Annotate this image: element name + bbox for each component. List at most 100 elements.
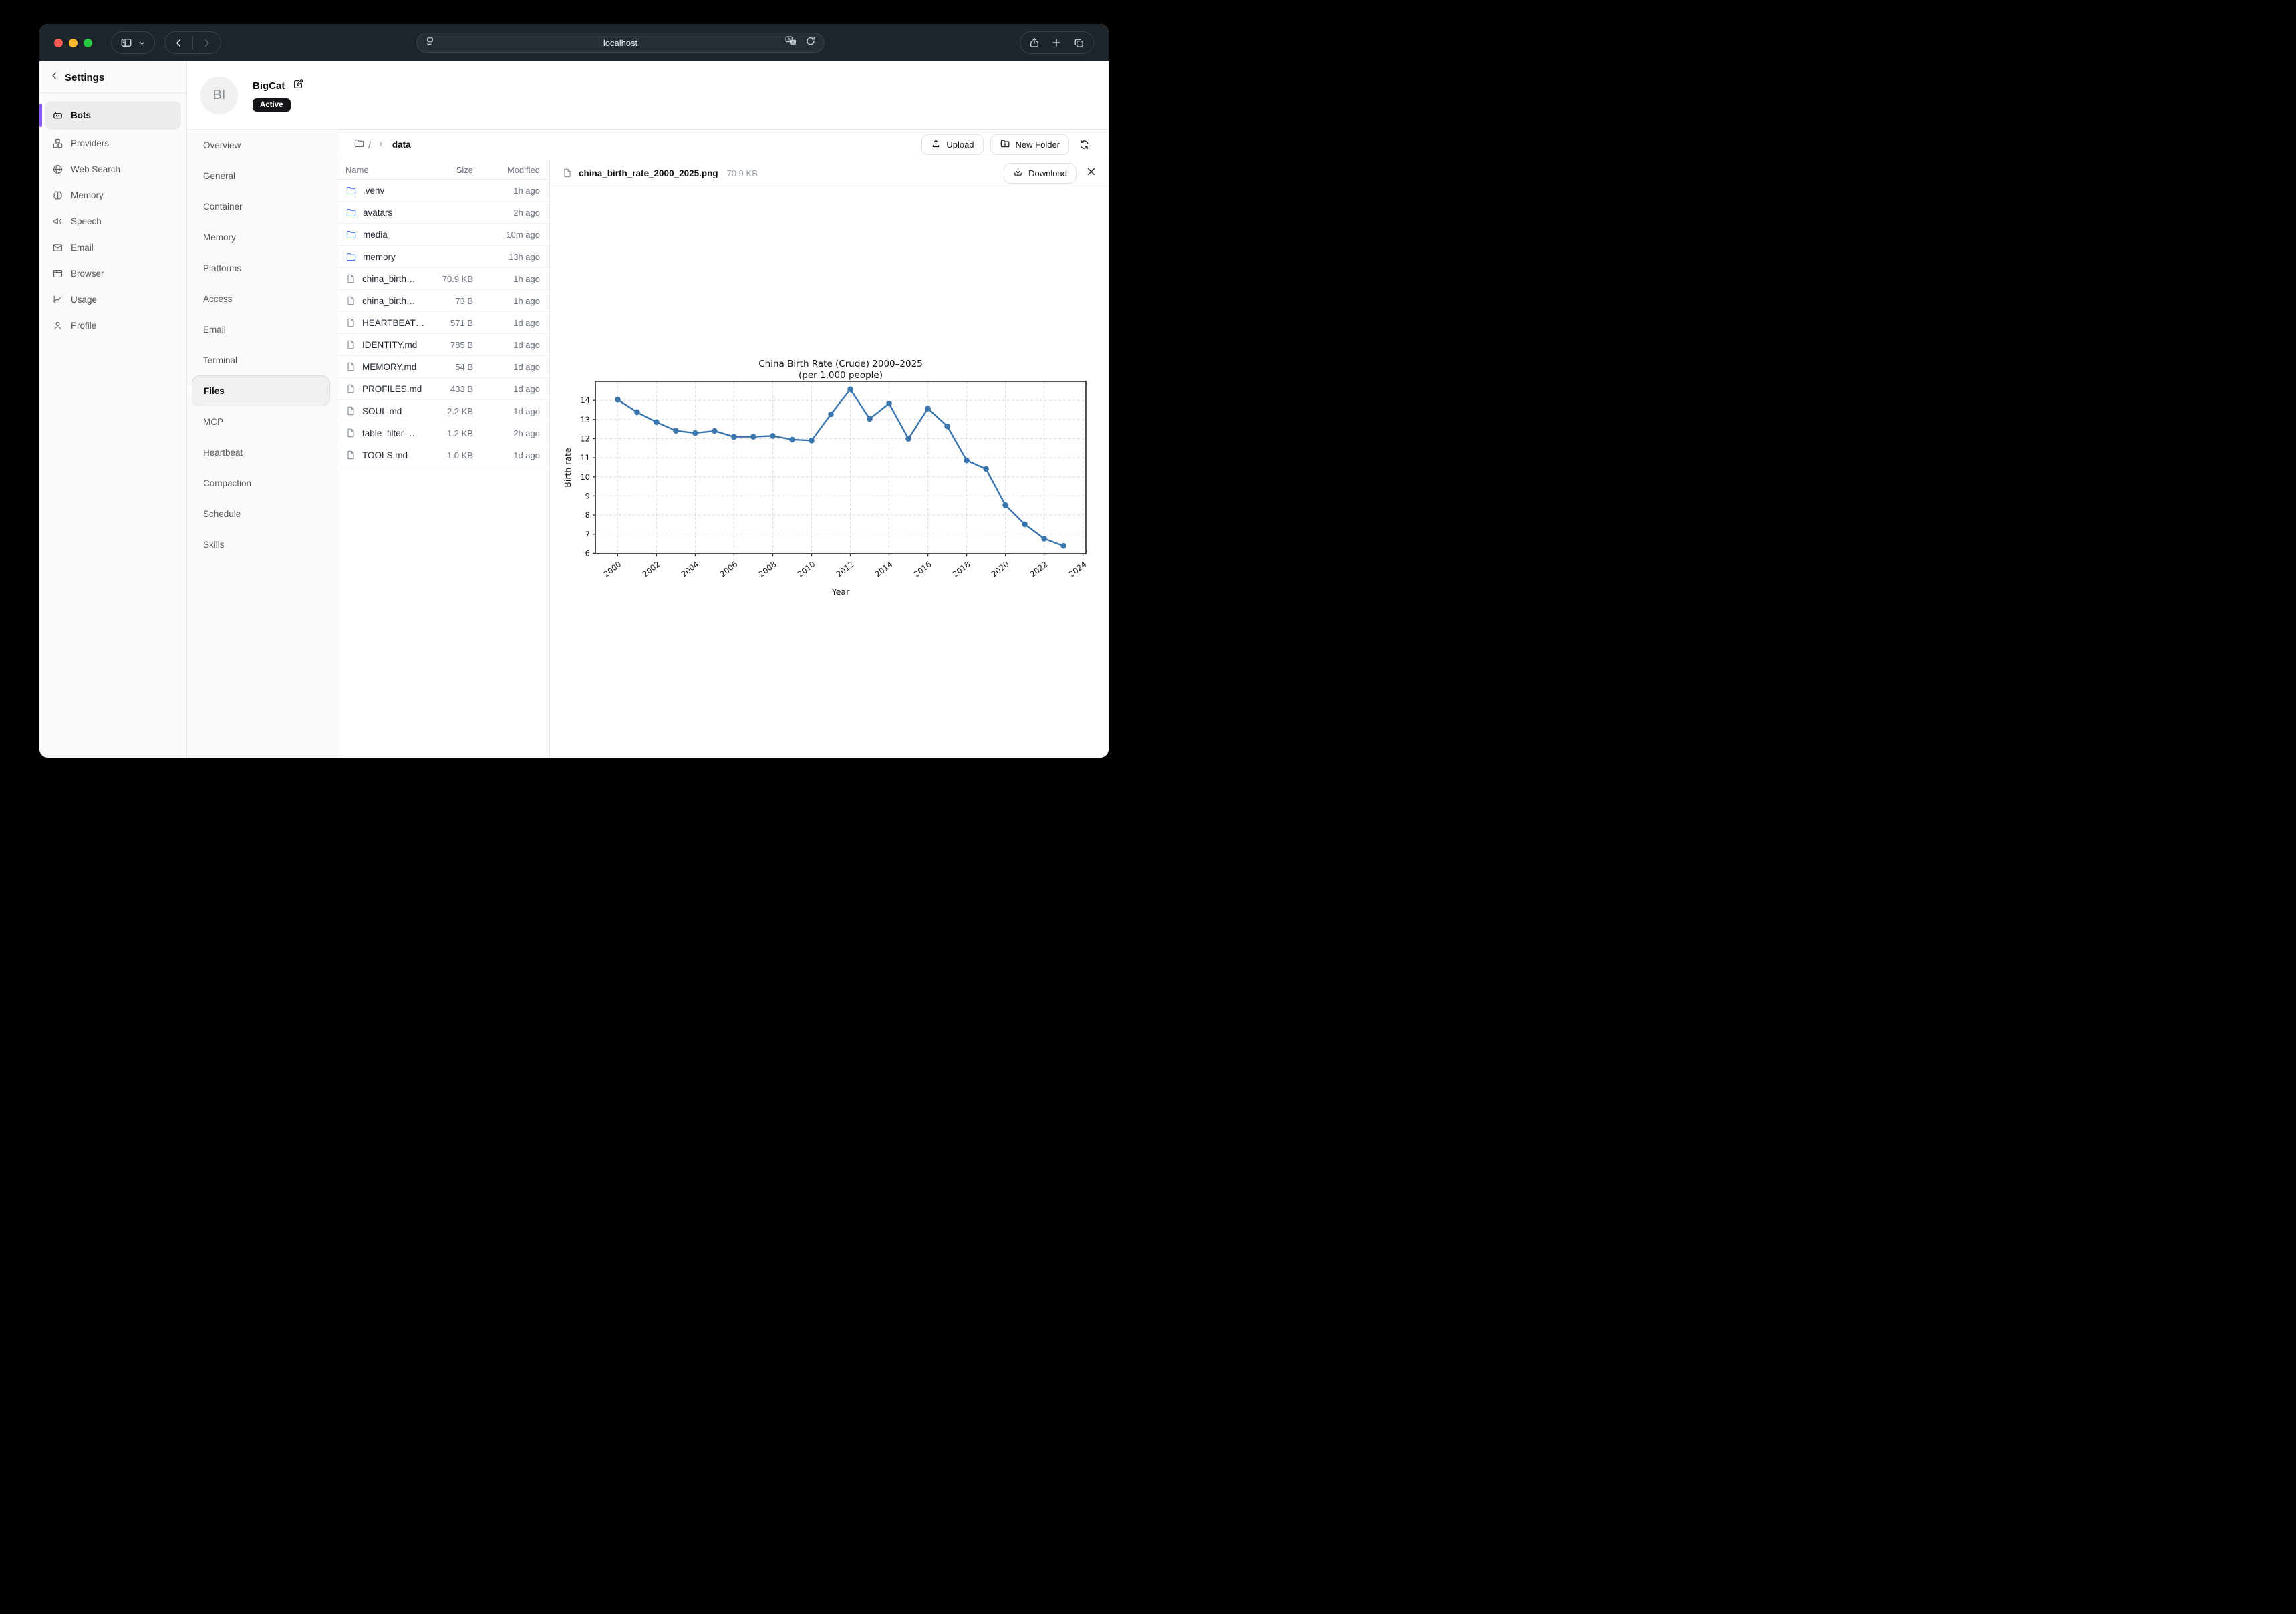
user-icon — [52, 320, 63, 331]
sidebar-item-label: Usage — [71, 295, 97, 305]
upload-label: Upload — [946, 140, 974, 150]
sidebar-item-bots[interactable]: Bots — [45, 101, 181, 130]
settings-sidebar: Settings BotsProvidersWeb SearchMemory Sp… — [39, 61, 187, 758]
tab-general[interactable]: General — [187, 160, 337, 191]
file-row[interactable]: china_birth…70.9 KB1h ago — [337, 268, 549, 290]
file-row[interactable]: memory 13h ago — [337, 246, 549, 268]
tab-access[interactable]: Access — [187, 283, 337, 314]
forward-button[interactable] — [202, 38, 212, 48]
refresh-icon[interactable] — [1076, 139, 1093, 150]
edit-icon[interactable] — [293, 79, 303, 93]
file-icon — [345, 406, 356, 416]
file-row[interactable]: media 10m ago — [337, 224, 549, 246]
file-size: 2.2 KB — [420, 406, 473, 416]
sidebar-item-email[interactable]: Email — [45, 234, 181, 260]
file-modified: 2h ago — [473, 208, 540, 218]
zoom-window-button[interactable] — [84, 39, 92, 47]
tab-mcp[interactable]: MCP — [187, 406, 337, 437]
col-name-header[interactable]: Name — [345, 165, 420, 175]
minimize-window-button[interactable] — [69, 39, 78, 47]
settings-nav: BotsProvidersWeb SearchMemory Speech Email… — [39, 93, 186, 346]
file-row[interactable]: HEARTBEAT…571 B1d ago — [337, 312, 549, 334]
sidebar-item-web-search[interactable]: Web Search — [45, 156, 181, 182]
settings-back[interactable]: Settings — [39, 61, 186, 92]
file-row[interactable]: china_birth…73 B1h ago — [337, 290, 549, 312]
file-modified: 2h ago — [473, 428, 540, 438]
close-icon[interactable] — [1086, 166, 1097, 180]
file-name: memory — [363, 252, 396, 262]
chart-image: 6789101112131420002002200420062008201020… — [562, 355, 1101, 601]
tab-email[interactable]: Email — [187, 314, 337, 345]
tab-compaction[interactable]: Compaction — [187, 468, 337, 498]
preview-filesize: 70.9 KB — [727, 168, 758, 178]
breadcrumb-root-label: / — [368, 140, 371, 150]
file-row[interactable]: SOUL.md2.2 KB1d ago — [337, 400, 549, 422]
close-window-button[interactable] — [54, 39, 63, 47]
upload-button[interactable]: Upload — [921, 134, 983, 155]
sidebar-toggle-button[interactable] — [111, 31, 155, 54]
tab-overview-icon[interactable] — [1073, 37, 1085, 49]
sidebar-item-speech[interactable]: Speech — [45, 208, 181, 234]
chevron-left-icon — [50, 71, 59, 84]
file-size: 1.0 KB — [420, 450, 473, 460]
address-bar[interactable]: localhost A文 — [416, 33, 825, 53]
file-row[interactable]: table_filter_…1.2 KB2h ago — [337, 422, 549, 444]
file-row[interactable]: MEMORY.md54 B1d ago — [337, 356, 549, 378]
tab-heartbeat[interactable]: Heartbeat — [187, 437, 337, 468]
history-nav — [164, 31, 221, 54]
file-modified: 1h ago — [473, 274, 540, 284]
file-table-header: Name Size Modified — [337, 160, 549, 180]
breadcrumb-root[interactable]: / — [353, 138, 371, 152]
download-button[interactable]: Download — [1004, 163, 1077, 184]
file-name: media — [363, 230, 388, 240]
file-modified: 13h ago — [473, 252, 540, 262]
file-row[interactable]: IDENTITY.md785 B1d ago — [337, 334, 549, 356]
sidebar-item-browser[interactable]: Browser — [45, 261, 181, 286]
svg-text:6: 6 — [585, 548, 590, 558]
sidebar-item-label: Email — [71, 243, 94, 253]
translate-icon[interactable]: A文 — [784, 35, 797, 50]
col-size-header[interactable]: Size — [420, 165, 473, 175]
new-tab-icon[interactable] — [1051, 37, 1062, 48]
tab-memory[interactable]: Memory — [187, 222, 337, 253]
window-controls — [54, 39, 92, 47]
reload-icon[interactable] — [805, 36, 816, 50]
sidebar-item-label: Speech — [71, 216, 102, 226]
file-row[interactable]: .venv1h ago — [337, 180, 549, 202]
file-icon — [345, 361, 356, 372]
file-icon — [345, 450, 356, 460]
browser-icon — [52, 268, 63, 279]
file-row[interactable]: TOOLS.md1.0 KB1d ago — [337, 444, 549, 466]
tab-platforms[interactable]: Platforms — [187, 253, 337, 283]
mail-icon — [52, 242, 63, 253]
svg-text:Birth rate: Birth rate — [563, 448, 573, 488]
svg-text:8: 8 — [585, 510, 590, 520]
folder-icon — [345, 229, 357, 240]
sidebar-item-profile[interactable]: Profile — [45, 313, 181, 338]
col-modified-header[interactable]: Modified — [473, 165, 540, 175]
file-row[interactable]: PROFILES.md433 B1d ago — [337, 378, 549, 400]
tab-container[interactable]: Container — [187, 191, 337, 222]
file-icon — [562, 168, 573, 178]
chart-icon — [52, 294, 63, 305]
tab-files[interactable]: Files — [192, 375, 330, 406]
tab-terminal[interactable]: Terminal — [187, 345, 337, 375]
tab-skills[interactable]: Skills — [187, 529, 337, 560]
new-folder-button[interactable]: New Folder — [990, 134, 1069, 155]
file-row[interactable]: avatars2h ago — [337, 202, 549, 224]
back-button[interactable] — [174, 38, 184, 48]
share-icon[interactable] — [1029, 37, 1040, 48]
file-modified: 10m ago — [473, 230, 540, 240]
sidebar-item-label: Profile — [71, 321, 96, 331]
sidebar-item-usage[interactable]: Usage — [45, 287, 181, 312]
tab-schedule[interactable]: Schedule — [187, 498, 337, 529]
file-icon — [345, 339, 356, 350]
svg-text:China Birth Rate (Crude) 2000–: China Birth Rate (Crude) 2000–2025 — [758, 359, 923, 369]
bot-name: BigCat — [253, 80, 285, 92]
file-name: TOOLS.md — [362, 450, 408, 460]
tab-overview[interactable]: Overview — [187, 130, 337, 160]
window-actions — [1020, 31, 1094, 54]
sidebar-item-memory[interactable]: Memory — [45, 182, 181, 208]
breadcrumb-current: data — [392, 140, 411, 150]
sidebar-item-providers[interactable]: Providers — [45, 130, 181, 156]
